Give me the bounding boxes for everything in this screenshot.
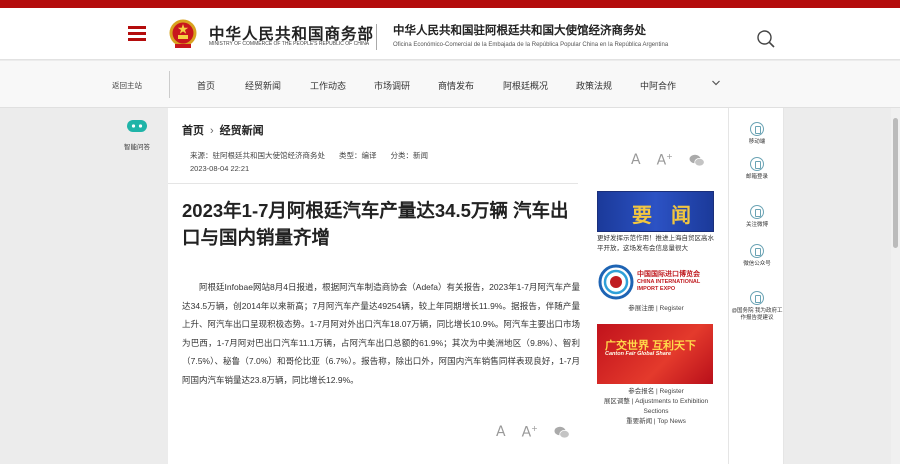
main-nav: 返回主站 首页 经贸新闻 工作动态 市场调研 商情发布 阿根廷概况 政策法规 中… <box>0 61 900 108</box>
mail-login-label: 邮箱登录 <box>745 174 768 180</box>
ciie-logo-icon <box>598 264 634 300</box>
article-title: 2023年1-7月阿根廷汽车产量达34.5万辆 汽车出口与国内销量齐增 <box>182 200 569 248</box>
mobile-label: 移动端 <box>748 139 766 145</box>
nav-divider <box>169 71 170 98</box>
banner-headline-text: 要 闻 <box>632 203 697 227</box>
national-emblem-logo[interactable] <box>168 18 198 50</box>
right-service-rail: 移动端 邮箱登录 关注微博 微信公众号 @国务院 我为政府工作报告提建议 <box>728 108 784 464</box>
canton-adjustments-link[interactable]: 展区调整 | Adjustments to Exhibition Section… <box>597 397 715 417</box>
ciie-name: 中国国际进口博览会 <box>637 271 700 278</box>
breadcrumb-trade-news[interactable]: 经贸新闻 <box>220 125 264 137</box>
state-council-suggestion-link[interactable]: @国务院 我为政府工作报告提建议 <box>729 291 785 322</box>
wechat-icon <box>750 244 764 258</box>
weibo-label: 关注微博 <box>745 222 768 228</box>
font-increase-icon[interactable]: A+ <box>522 424 538 441</box>
nav-item-trade-news[interactable]: 经贸新闻 <box>245 79 281 92</box>
nav-item-home[interactable]: 首页 <box>197 79 215 92</box>
header-divider <box>376 24 377 50</box>
return-home-link[interactable]: 返回主站 <box>112 80 142 91</box>
article-tools-top: A A+ <box>631 152 705 169</box>
page-scrollbar[interactable] <box>891 108 900 464</box>
mobile-icon <box>750 122 764 136</box>
font-normal-icon[interactable]: A <box>496 424 506 440</box>
ministry-name-en: MINISTRY OF COMMERCE OF THE PEOPLE'S REP… <box>209 41 370 47</box>
canton-fair-banner[interactable]: 广交世界 互利天下 Canton Fair Global Share <box>597 324 713 384</box>
search-icon[interactable] <box>756 29 776 49</box>
ciie-en-line1: CHINA INTERNATIONAL <box>637 279 701 285</box>
state-council-suggestion-label: @国务院 我为政府工作报告提建议 <box>731 308 783 321</box>
article-tools-bottom: A A+ <box>496 424 570 441</box>
article-meta: 来源：驻阿根廷共和国大使馆经济商务处 类型：编译 分类：新闻 <box>190 150 442 161</box>
ciie-en-line2: IMPORT EXPO <box>637 286 676 292</box>
canton-register-link[interactable]: 参会报名 | Register <box>597 387 715 397</box>
breadcrumb: 首页 › 经贸新闻 <box>182 122 264 138</box>
headline-news-banner[interactable]: 要 闻 <box>597 191 714 232</box>
headline-news-caption[interactable]: 更好发挥示范作用！推进上海自贸区高水平开放，这场发布会信息量很大 <box>597 234 715 253</box>
office-name: 中华人民共和国驻阿根廷共和国大使馆经济商务处 <box>393 25 646 37</box>
ciie-banner[interactable]: 中国国际进口博览会 CHINA INTERNATIONAL IMPORT EXPO <box>597 260 715 304</box>
article-category: 分类：新闻 <box>390 151 429 160</box>
ciie-name-en: CHINA INTERNATIONAL IMPORT EXPO <box>637 279 700 293</box>
menu-icon[interactable] <box>128 26 146 41</box>
ciie-register-link[interactable]: 参展注册 | Register <box>597 304 715 314</box>
weibo-link[interactable]: 关注微博 <box>729 205 785 229</box>
mail-login-link[interactable]: 邮箱登录 <box>729 157 785 181</box>
mail-icon <box>750 157 764 171</box>
scrollbar-thumb[interactable] <box>893 118 898 248</box>
weibo-icon <box>750 205 764 219</box>
nav-item-china-argentina[interactable]: 中阿合作 <box>640 79 676 92</box>
nav-item-business-info[interactable]: 商情发布 <box>438 79 474 92</box>
meta-divider <box>168 183 578 184</box>
canton-top-news-link[interactable]: 重要新闻 | Top News <box>597 417 715 427</box>
nav-item-market-research[interactable]: 市场调研 <box>374 79 410 92</box>
article-source: 来源：驻阿根廷共和国大使馆经济商务处 <box>190 151 325 160</box>
breadcrumb-home[interactable]: 首页 <box>182 125 204 137</box>
chevron-down-icon[interactable] <box>711 78 721 88</box>
suggestion-icon <box>750 291 764 305</box>
breadcrumb-chevron-icon: › <box>210 125 214 137</box>
site-header: 中华人民共和国商务部 MINISTRY OF COMMERCE OF THE P… <box>0 8 900 60</box>
nav-item-work-updates[interactable]: 工作动态 <box>310 79 346 92</box>
font-increase-icon[interactable]: A+ <box>657 152 673 169</box>
canton-links: 参会报名 | Register 展区调整 | Adjustments to Ex… <box>597 387 715 427</box>
mobile-link[interactable]: 移动端 <box>729 122 785 146</box>
smart-qa-label: 智能问答 <box>124 144 150 151</box>
article-type: 类型：编译 <box>339 151 377 160</box>
wechat-account-link[interactable]: 微信公众号 <box>729 244 785 268</box>
wechat-share-icon[interactable] <box>554 426 570 439</box>
top-accent-bar <box>0 0 900 8</box>
office-name-es: Oficina Económico-Comercial de la Embaja… <box>393 42 669 48</box>
wechat-share-icon[interactable] <box>689 154 705 167</box>
sidebar-promos: 要 闻 更好发挥示范作用！推进上海自贸区高水平开放，这场发布会信息量很大 中国国… <box>597 191 715 427</box>
chat-bot-icon <box>127 120 147 132</box>
font-normal-icon[interactable]: A <box>631 152 641 168</box>
wechat-account-label: 微信公众号 <box>743 261 771 267</box>
smart-qa-widget[interactable]: 智能问答 <box>117 119 157 151</box>
article-date: 2023-08-04 22:21 <box>190 164 250 173</box>
nav-item-policies[interactable]: 政策法规 <box>576 79 612 92</box>
canton-fair-slogan-en: Canton Fair Global Share <box>605 351 672 357</box>
article-body: 阿根廷Infobae网站8月4日报道，根据阿汽车制造商协会（Adefa）有关报告… <box>182 282 580 385</box>
nav-item-argentina-overview[interactable]: 阿根廷概况 <box>503 79 548 92</box>
